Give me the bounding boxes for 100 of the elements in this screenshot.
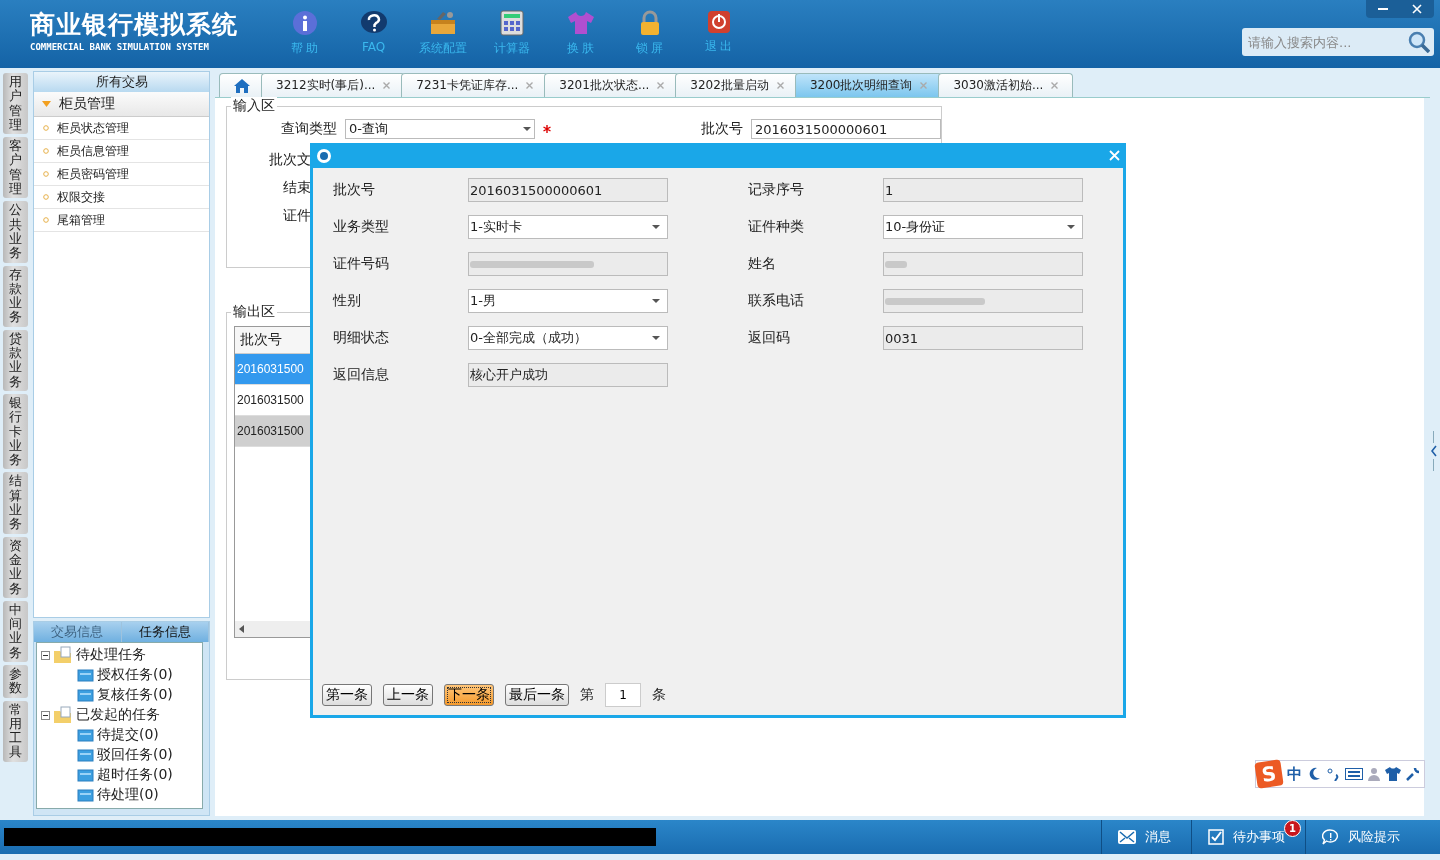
page-field[interactable]: 1 (605, 683, 641, 707)
close-icon (776, 82, 784, 89)
field-label: 业务类型 (333, 218, 390, 236)
tree-item[interactable]: 待提交(0) (97, 726, 159, 744)
field-label: 批次文 (269, 150, 311, 169)
side-tab[interactable]: 公共业务 (3, 201, 28, 263)
field-label: 返回信息 (333, 366, 390, 384)
field-label: 证件种类 (748, 218, 805, 236)
ime-mode[interactable]: 中 (1287, 764, 1302, 784)
dropdown-field[interactable]: 1-男 (468, 289, 668, 313)
search-input[interactable]: 请输入搜索内容... (1246, 33, 1408, 51)
field-label: 查询类型 (280, 120, 337, 138)
tree-item[interactable]: 驳回任务(0) (97, 746, 173, 764)
text-field[interactable] (883, 289, 1083, 313)
tree-item[interactable]: 已发起的任务 (76, 706, 160, 724)
bullet-icon (43, 171, 49, 177)
status-button[interactable]: 待办事项 1 (1191, 820, 1305, 854)
side-tab[interactable]: 资金业务 (3, 536, 28, 598)
blurred-text-icon (885, 260, 907, 268)
side-tab[interactable]: 结算业务 (3, 472, 28, 534)
nav-button[interactable]: 最后一条 (505, 684, 569, 706)
nav-button[interactable]: 第一条 (322, 684, 372, 706)
open-folder-icon (53, 646, 73, 664)
page-label: 条 (652, 686, 666, 704)
field-label: 明细状态 (333, 329, 390, 347)
side-tab[interactable]: 银行卡业务 (3, 393, 28, 470)
tree-item[interactable]: 超时任务(0) (97, 766, 173, 784)
collapse-handle-icon (1431, 431, 1437, 471)
text-field[interactable]: 0031 (883, 326, 1083, 350)
panel-header: 所有交易 (34, 72, 209, 92)
dropdown-field[interactable]: 0-全部完成（成功） (468, 326, 668, 350)
menu-item[interactable]: 柜员信息管理 (34, 140, 209, 163)
collapse-icon (41, 650, 50, 660)
menu-item[interactable]: 尾箱管理 (34, 209, 209, 232)
help-icon (359, 10, 388, 36)
dropdown-field[interactable]: 1-实时卡 (468, 215, 668, 239)
close-icon (657, 82, 665, 89)
app-title: 商业银行模拟系统 (30, 10, 239, 40)
notification-badge: 1 (1284, 820, 1301, 837)
close-icon (1109, 150, 1120, 161)
app-logo-icon (316, 147, 332, 164)
blurred-text-icon (885, 297, 985, 305)
close-icon (920, 82, 928, 89)
field-label: 批次号 (701, 120, 743, 138)
bullet-icon (43, 148, 49, 154)
side-tab[interactable]: 客户管理 (3, 137, 28, 199)
speech-bubble-icon (1322, 829, 1339, 845)
text-field[interactable] (883, 252, 1083, 276)
menu-item[interactable]: 权限交接 (34, 186, 209, 209)
tree-item[interactable]: 待处理(0) (97, 786, 159, 804)
app-subtitle: COMMERCIAL BANK SIMULATION SYSTEM (30, 42, 210, 52)
bullet-icon (43, 125, 49, 131)
moon-icon (1307, 767, 1321, 781)
side-tab[interactable]: 存款业务 (3, 265, 28, 327)
nav-button[interactable]: 上一条 (383, 684, 433, 706)
tree-item[interactable]: 复核任务(0) (97, 686, 173, 704)
dropdown-caret-icon (1067, 225, 1075, 229)
home-icon (234, 78, 250, 93)
user-icon (1368, 767, 1380, 781)
text-field[interactable] (468, 252, 668, 276)
dropdown-caret-icon (652, 225, 660, 229)
text-field[interactable]: 2016031500000601 (468, 178, 668, 202)
close-icon (383, 82, 391, 89)
tab[interactable]: 3030激活初始... (938, 73, 1074, 97)
menu-group[interactable]: 柜员管理 (34, 92, 209, 117)
menu-item[interactable]: 柜员密码管理 (34, 163, 209, 186)
folder-icon (77, 688, 94, 702)
section-title: 输入区 (231, 97, 277, 115)
side-tab[interactable]: 中间业务 (3, 600, 28, 662)
nav-button[interactable]: 下一条 (444, 684, 494, 706)
field-label: 记录序号 (748, 181, 805, 199)
folder-icon (77, 668, 94, 682)
wrench-icon (1406, 767, 1420, 781)
text-field[interactable]: 核心开户成功 (468, 363, 668, 387)
side-tab[interactable]: 贷款业务 (3, 329, 28, 391)
folder-icon (77, 748, 94, 762)
field-label: 批次号 (333, 181, 376, 199)
search-field[interactable]: 请输入搜索内容... (1242, 28, 1434, 56)
tree-item[interactable]: 待处理任务 (76, 646, 146, 664)
expanded-arrow-icon (42, 101, 51, 107)
text-field[interactable]: 2016031500000601 (751, 119, 941, 139)
side-tab[interactable]: 常用工具 (3, 700, 28, 762)
status-button[interactable]: 消息 (1101, 820, 1191, 854)
section-title: 输出区 (231, 303, 277, 321)
checkbox-icon (1208, 829, 1224, 845)
text-field[interactable]: 1 (883, 178, 1083, 202)
status-button[interactable]: 风险提示 (1305, 820, 1420, 854)
dropdown-field[interactable]: 0-查询 (345, 119, 535, 139)
field-label: 结束 (283, 178, 311, 197)
side-tab[interactable]: 用户管理 (3, 73, 28, 135)
tree-item[interactable]: 授权任务(0) (97, 666, 173, 684)
field-label: 姓名 (748, 255, 777, 273)
calculator-icon (499, 10, 524, 36)
dropdown-field[interactable]: 10-身份证 (883, 215, 1083, 239)
shirt-icon (566, 10, 595, 36)
toolbox-icon (428, 10, 457, 36)
folder-icon (77, 788, 94, 802)
side-tab[interactable]: 参数 (3, 665, 28, 698)
menu-item[interactable]: 柜员状态管理 (34, 117, 209, 140)
close-icon (1412, 4, 1422, 14)
